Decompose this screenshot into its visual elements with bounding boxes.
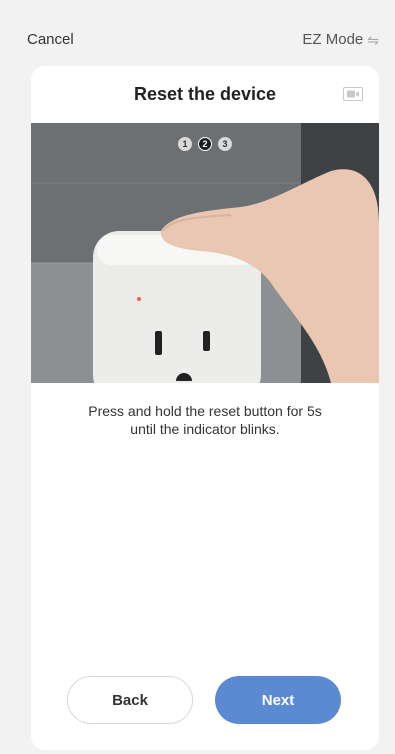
instruction-image: 1 2 3 [31, 123, 379, 383]
instruction-line-2: until the indicator blinks. [130, 421, 280, 437]
instruction-text: Press and hold the reset button for 5s u… [51, 402, 359, 438]
step-indicator: 1 2 3 [31, 137, 379, 151]
reset-card: Reset the device 1 2 3 Press and hold th… [31, 66, 379, 750]
device-illustration [31, 123, 379, 383]
instruction-line-1: Press and hold the reset button for 5s [88, 403, 322, 419]
video-icon[interactable] [343, 87, 363, 101]
swap-icon: ⇋ [367, 31, 379, 48]
step-2: 2 [198, 137, 212, 151]
mode-switch[interactable]: EZ Mode ⇋ [302, 31, 379, 48]
mode-label: EZ Mode [302, 31, 364, 48]
page-title: Reset the device [133, 84, 277, 104]
step-1: 1 [178, 137, 192, 151]
back-button[interactable]: Back [67, 676, 193, 724]
step-3: 3 [218, 137, 232, 151]
cancel-button[interactable]: Cancel [27, 31, 74, 48]
next-button[interactable]: Next [215, 676, 341, 724]
